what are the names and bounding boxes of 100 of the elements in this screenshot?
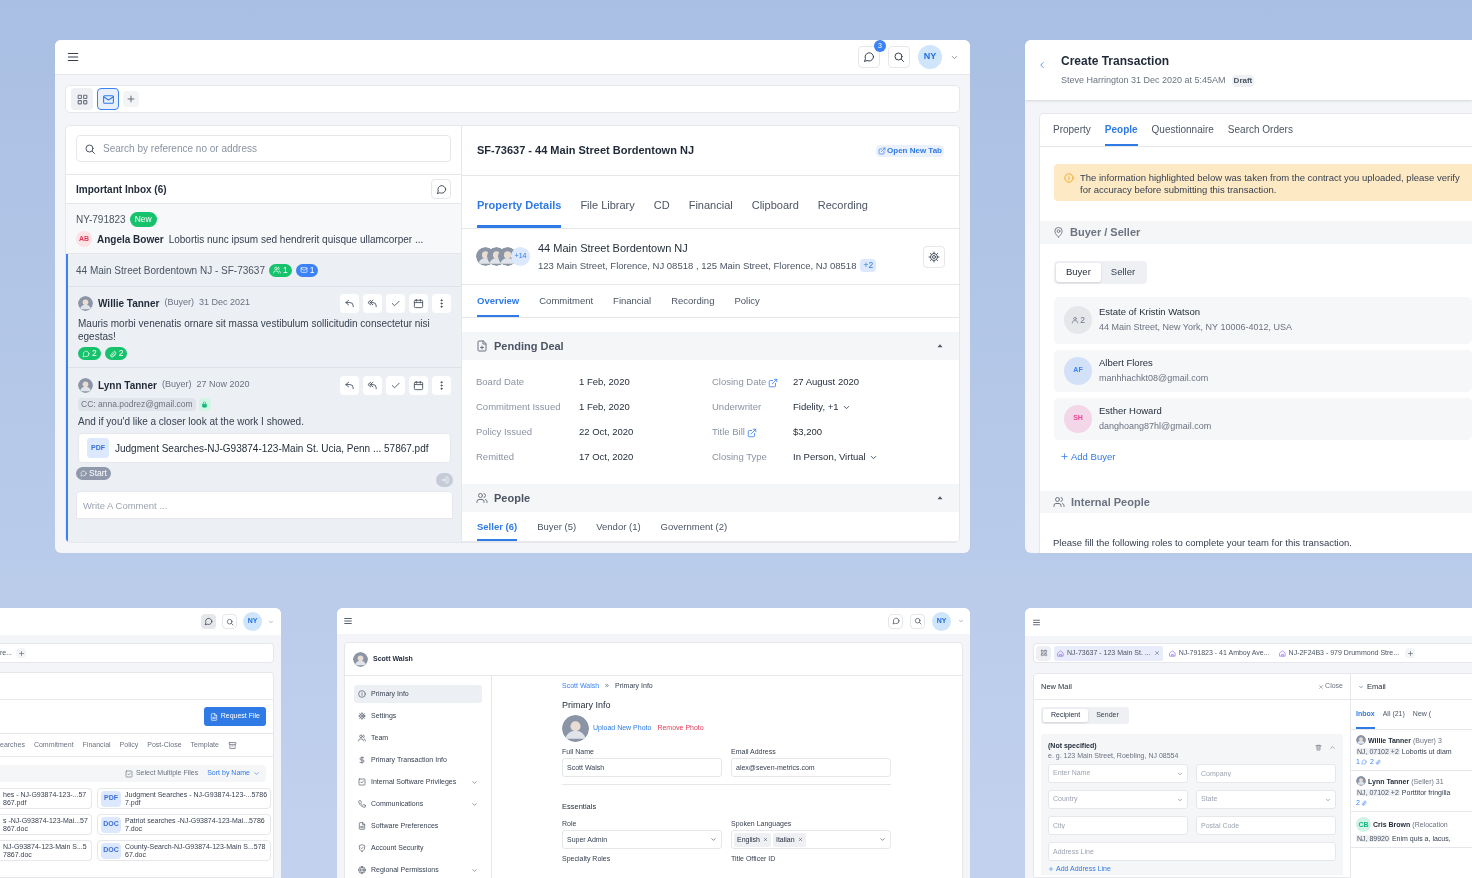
overview-tab[interactable]: Recording — [671, 293, 715, 317]
paperclip-icon — [1374, 758, 1381, 765]
calendar-button[interactable] — [409, 293, 428, 313]
reference-number: NY-791823 — [76, 213, 126, 227]
caret-icon — [268, 618, 274, 625]
field-label: Closing Date — [712, 375, 767, 390]
search-button[interactable] — [222, 614, 237, 629]
back-button[interactable] — [1037, 60, 1047, 70]
view-tab[interactable] — [71, 88, 93, 110]
overview-tab[interactable]: Commitment — [539, 293, 594, 317]
settings-button[interactable] — [923, 245, 945, 268]
menu-button[interactable] — [343, 616, 353, 626]
overview-tab[interactable]: Overview — [477, 293, 520, 317]
collapse-button[interactable] — [1329, 744, 1336, 751]
party-tab[interactable]: Government (2) — [660, 519, 728, 541]
detail-tab[interactable]: Financial — [688, 196, 733, 228]
user-avatar[interactable]: NY — [918, 45, 942, 69]
detail-tab[interactable]: Recording — [817, 196, 868, 228]
field-dropdown[interactable]: Fidelity, +1 — [793, 400, 851, 415]
field-dropdown[interactable]: In Person, Virtual — [793, 450, 878, 465]
more-button[interactable] — [432, 375, 451, 395]
home-icon — [1168, 649, 1176, 657]
detail-tab[interactable]: File Library — [580, 196, 635, 228]
phone-icon — [358, 800, 366, 808]
open-new-tab-link[interactable]: Open New Tab — [876, 144, 944, 157]
field-value: 27 August 2020 — [793, 375, 860, 390]
chat-button[interactable] — [888, 613, 903, 629]
avatar — [78, 295, 93, 311]
home-icon — [1278, 649, 1286, 657]
reply-button[interactable] — [340, 375, 359, 395]
segment-tab[interactable]: Buyer — [1056, 262, 1101, 282]
document-icon — [209, 712, 218, 721]
menu-button[interactable] — [1032, 617, 1041, 627]
detail-tab[interactable]: CD — [653, 196, 670, 228]
hint-text: Please fill the following roles to complete your team for this transaction. — [1053, 537, 1352, 548]
grid-view-button[interactable] — [1036, 645, 1051, 661]
search-field[interactable]: Search by reference no or address — [76, 135, 451, 162]
add-buyer-link[interactable]: Add Buyer — [1060, 449, 1116, 464]
archive-button[interactable] — [227, 740, 237, 750]
delete-icon — [1315, 744, 1322, 751]
caret-icon — [471, 800, 478, 808]
section-header[interactable]: People — [462, 484, 959, 512]
reply-icon — [344, 297, 355, 309]
party-tab[interactable]: Seller (6) — [477, 519, 518, 541]
section-title: Internal People — [1071, 494, 1150, 510]
add-tab-button[interactable] — [16, 648, 27, 658]
form-tab[interactable]: Property — [1053, 122, 1091, 146]
user-icon — [1071, 316, 1080, 325]
add-tab-button[interactable] — [1405, 648, 1416, 658]
section-header[interactable]: Pending Deal — [462, 332, 959, 360]
search-button[interactable] — [888, 46, 910, 68]
property-name: 44 Main Street Bordentown NJ — [538, 241, 689, 257]
status-badge: Draft — [1231, 75, 1255, 87]
overview-tab[interactable]: Financial — [613, 293, 652, 317]
warning-text: The information highlighted below was taken from the contract you uploaded, please verify for accuracy before submitting this transaction. — [1080, 172, 1461, 196]
reply-all-button[interactable] — [363, 293, 382, 313]
form-tab[interactable]: People — [1104, 122, 1138, 146]
chat-button[interactable] — [201, 614, 216, 629]
caret-icon — [253, 770, 260, 777]
message-body: Mauris morbi venenatis ornare sit massa vestibulum sollicitudin consectetur nisi egestas! — [78, 317, 431, 343]
check-button[interactable] — [386, 293, 405, 313]
chat-button[interactable] — [431, 179, 451, 199]
party-card[interactable]: 2 Estate of Kristin Watson 44 Main Street, New York, NY 10006-4012, USA — [1054, 296, 1472, 344]
checkbox-icon — [124, 769, 133, 778]
segment-tab[interactable]: Seller — [1100, 262, 1146, 282]
party-tab[interactable]: Buyer (5) — [537, 519, 577, 541]
info-icon — [358, 690, 366, 698]
chat-icon — [891, 617, 900, 625]
reply-all-button[interactable] — [363, 375, 382, 395]
form-tab[interactable]: Questionnaire — [1151, 122, 1214, 146]
party-name: Esther Howard — [1099, 403, 1163, 418]
detail-title: SF-73637 - 44 Main Street Bordentown NJ — [477, 143, 694, 159]
party-name: Albert Flores — [1099, 355, 1154, 370]
field-label: Closing Type — [712, 450, 767, 465]
chat-icon — [863, 51, 875, 63]
delete-button[interactable] — [1315, 744, 1322, 751]
add-tab-button[interactable] — [123, 91, 139, 107]
overview-tab[interactable]: Policy — [734, 293, 760, 317]
field-value: 22 Oct, 2020 — [579, 425, 634, 440]
detail-tab[interactable]: Clipboard — [751, 196, 799, 228]
avatar — [1356, 776, 1366, 786]
group-avatar: 2 — [1064, 306, 1092, 335]
search-icon — [913, 617, 922, 625]
menu-icon — [1032, 617, 1041, 627]
reply-button[interactable] — [340, 293, 359, 313]
search-button[interactable] — [910, 613, 925, 629]
users-icon — [476, 492, 488, 504]
menu-button[interactable] — [66, 50, 80, 64]
calendar-button[interactable] — [409, 375, 428, 395]
detail-tab[interactable]: Property Details — [477, 196, 562, 228]
comment-field[interactable]: Write A Comment ... — [76, 491, 453, 519]
message-date: 27 Now 2020 — [196, 378, 250, 392]
party-tab[interactable]: Vendor (1) — [596, 519, 641, 541]
check-button[interactable] — [386, 375, 405, 395]
caret-icon — [879, 836, 886, 843]
more-button[interactable] — [432, 293, 451, 313]
view-tab[interactable] — [97, 88, 119, 110]
attachment-count-badge: 2 — [104, 347, 128, 360]
form-tab[interactable]: Search Orders — [1227, 122, 1293, 146]
field-label: Policy Issued — [476, 425, 532, 440]
